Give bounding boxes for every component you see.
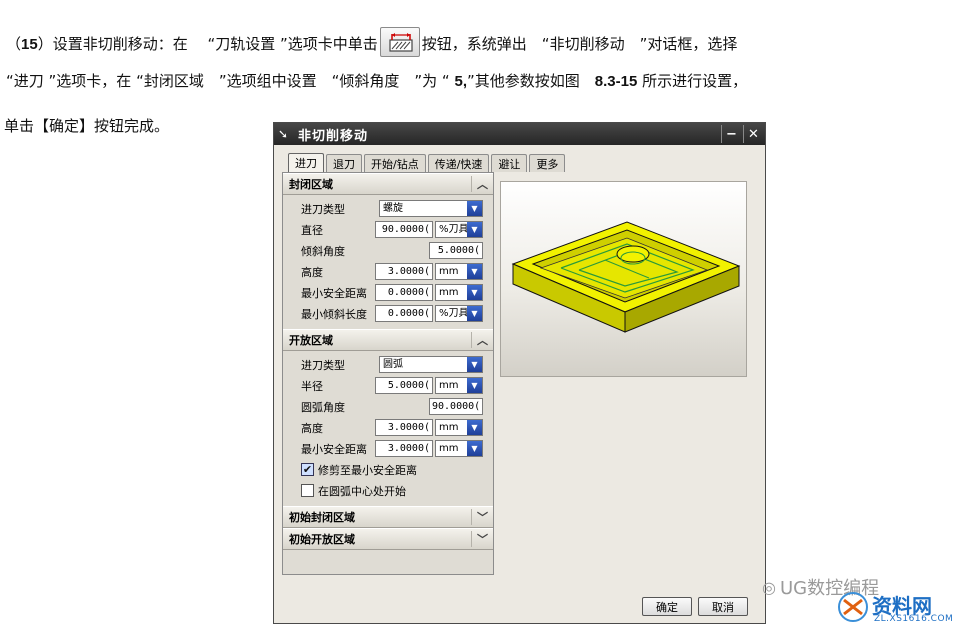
start-at-arc-center-row[interactable]: 在圆弧中心处开始 [283, 480, 493, 501]
open-min-safe-unit-select[interactable]: mm ▼ [435, 440, 483, 457]
close-button[interactable]: ✕ [743, 125, 763, 143]
tab-transfer-rapid[interactable]: 传递/快速 [427, 154, 490, 172]
tab-start-drill[interactable]: 开始/钻点 [364, 154, 426, 172]
open-region-body: 进刀类型 圆弧 ▼ 半径 5.0000( mm ▼ 圆弧角度 90.0000( 高度… [283, 351, 493, 506]
initial-closed-region-header[interactable]: 初始封闭区域 ﹀ [283, 506, 493, 528]
min-ramp-length-input[interactable]: 0.0000( [375, 305, 433, 322]
closed-min-safe-input[interactable]: 0.0000( [375, 284, 433, 301]
radius-input[interactable]: 5.0000( [375, 377, 433, 394]
open-height-input[interactable]: 3.0000( [375, 419, 433, 436]
dropdown-arrow-icon: ▼ [467, 264, 482, 279]
dialog-titlebar[interactable]: ➘ 非切削移动 − ✕ [274, 123, 765, 145]
min-ramp-length-row: 最小倾斜长度 0.0000( %刀具 ▼ [283, 303, 493, 324]
trim-checkbox[interactable]: ✔ [301, 463, 314, 476]
open-engage-type-row: 进刀类型 圆弧 ▼ [283, 354, 493, 375]
non-cutting-moves-dialog: ➘ 非切削移动 − ✕ 进刀 退刀 开始/钻点 传递/快速 避让 更多 封闭区域… [273, 122, 766, 624]
dropdown-arrow-icon: ▼ [467, 201, 482, 216]
cancel-button[interactable]: 取消 [698, 597, 748, 616]
closed-engage-type-row: 进刀类型 螺旋 ▼ [283, 198, 493, 219]
chevron-down-icon[interactable]: ﹀ [471, 509, 493, 525]
chevron-up-icon[interactable]: ︿ [471, 332, 493, 348]
wechat-icon: ◎ [762, 577, 776, 597]
pocket-model-graphic [511, 221, 741, 333]
start-at-arc-center-checkbox[interactable] [301, 484, 314, 497]
diameter-unit-select[interactable]: %刀具 ▼ [435, 221, 483, 238]
dropdown-arrow-icon: ▼ [467, 306, 482, 321]
closed-min-safe-row: 最小安全距离 0.0000( mm ▼ [283, 282, 493, 303]
chevron-up-icon[interactable]: ︿ [471, 176, 493, 192]
paragraph-line-1: （15）设置非切削移动：在 “刀轨设置 ”选项卡中单击 按钮，系统弹出 “非切削移… [6, 27, 737, 57]
open-height-row: 高度 3.0000( mm ▼ [283, 417, 493, 438]
step-number: 15 [21, 36, 38, 53]
tab-more[interactable]: 更多 [529, 154, 566, 172]
dialog-title: 非切削移动 [298, 128, 369, 144]
chevron-down-icon[interactable]: ﹀ [471, 531, 493, 547]
arc-angle-row: 圆弧角度 90.0000( [283, 396, 493, 417]
tab-retract[interactable]: 退刀 [326, 154, 362, 172]
radius-unit-select[interactable]: mm ▼ [435, 377, 483, 394]
initial-open-region-header[interactable]: 初始开放区域 ﹀ [283, 528, 493, 550]
diameter-input[interactable]: 90.0000( [375, 221, 433, 238]
open-engage-type-select[interactable]: 圆弧 ▼ [379, 356, 483, 373]
dropdown-arrow-icon: ▼ [467, 420, 482, 435]
ramp-angle-input[interactable]: 5.0000( [429, 242, 483, 259]
dropdown-arrow-icon: ▼ [467, 222, 482, 237]
dropdown-arrow-icon: ▼ [467, 441, 482, 456]
open-min-safe-row: 最小安全距离 3.0000( mm ▼ [283, 438, 493, 459]
diameter-row: 直径 90.0000( %刀具 ▼ [283, 219, 493, 240]
open-min-safe-input[interactable]: 3.0000( [375, 440, 433, 457]
tab-bar: 进刀 退刀 开始/钻点 传递/快速 避让 更多 [288, 153, 567, 173]
min-ramp-length-unit-select[interactable]: %刀具 ▼ [435, 305, 483, 322]
closed-height-unit-select[interactable]: mm ▼ [435, 263, 483, 280]
radius-row: 半径 5.0000( mm ▼ [283, 375, 493, 396]
engage-panel: 封闭区域 ︿ 进刀类型 螺旋 ▼ 直径 90.0000( %刀具 ▼ 倾斜角度 5.… [282, 172, 494, 575]
open-height-unit-select[interactable]: mm ▼ [435, 419, 483, 436]
closed-height-input[interactable]: 3.0000( [375, 263, 433, 280]
arc-angle-input[interactable]: 90.0000( [429, 398, 483, 415]
figure-ref: 8.3-15 [594, 73, 638, 90]
ok-button[interactable]: 确定 [642, 597, 692, 616]
closed-region-body: 进刀类型 螺旋 ▼ 直径 90.0000( %刀具 ▼ 倾斜角度 5.0000( 高… [283, 195, 493, 329]
site-logo-watermark: 资料网 ZL.XS1616.COM [836, 588, 954, 628]
minimize-button[interactable]: − [721, 125, 741, 143]
closed-min-safe-unit-select[interactable]: mm ▼ [435, 284, 483, 301]
pointer-icon: ➘ [278, 127, 289, 141]
paragraph-line-2: “进刀 ”选项卡，在 “封闭区域 ”选项组中设置 “倾斜角度 ”为 “ 5,”其… [6, 72, 748, 90]
non-cutting-moves-icon [379, 27, 420, 57]
tab-engage[interactable]: 进刀 [288, 153, 324, 173]
dropdown-arrow-icon: ▼ [467, 378, 482, 393]
site-logo-icon [838, 592, 868, 622]
closed-height-row: 高度 3.0000( mm ▼ [283, 261, 493, 282]
open-region-header[interactable]: 开放区域 ︿ [283, 329, 493, 351]
ramp-angle-row: 倾斜角度 5.0000( [283, 240, 493, 261]
dropdown-arrow-icon: ▼ [467, 357, 482, 372]
tab-avoidance[interactable]: 避让 [491, 154, 528, 172]
paragraph-line-3: 单击【确定】按钮完成。 [4, 117, 170, 135]
trim-checkbox-row[interactable]: ✔ 修剪至最小安全距离 [283, 459, 493, 480]
closed-engage-type-select[interactable]: 螺旋 ▼ [379, 200, 483, 217]
dropdown-arrow-icon: ▼ [467, 285, 482, 300]
preview-image [500, 181, 747, 377]
closed-region-header[interactable]: 封闭区域 ︿ [283, 173, 493, 195]
